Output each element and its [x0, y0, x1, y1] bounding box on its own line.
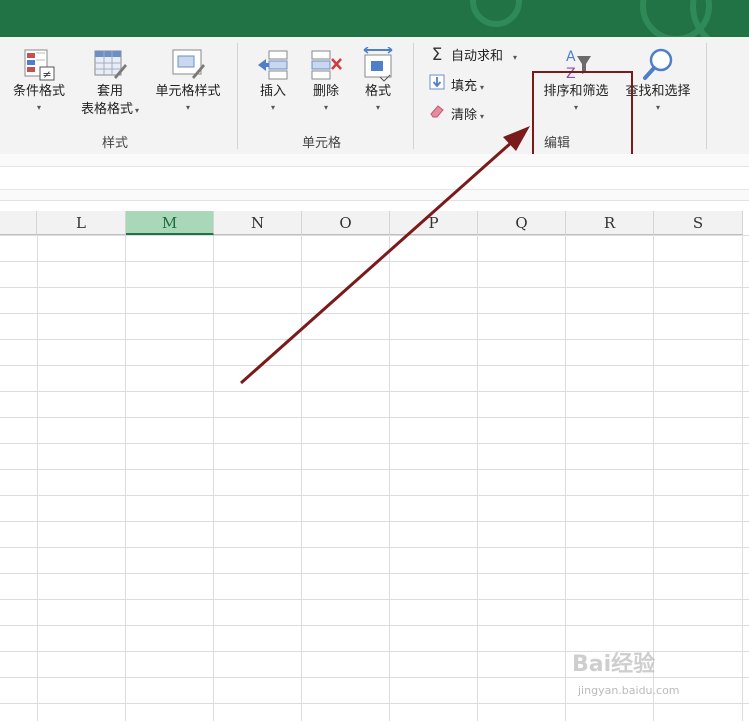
- conditional-format-icon: ≠: [24, 49, 55, 81]
- column-header-Q[interactable]: Q: [478, 211, 566, 235]
- watermark-url: jingyan.baidu.com: [578, 684, 680, 697]
- insert-cells-icon: [258, 50, 288, 80]
- column-header-R[interactable]: R: [566, 211, 654, 235]
- insert-label: 插入: [259, 84, 286, 99]
- autosum-label: 自动求和: [451, 49, 504, 64]
- formula-bar: [0, 154, 749, 201]
- grid-line: [742, 235, 743, 721]
- format-button[interactable]: 格式 ▾: [355, 47, 401, 113]
- cell-styles-icon: [172, 49, 205, 79]
- column-header-L[interactable]: L: [37, 211, 126, 235]
- autosum-button[interactable]: Σ 自动求和 ▾: [428, 45, 517, 65]
- grid-line: [37, 235, 38, 721]
- table-format-label-2: 表格格式 ▾: [74, 101, 146, 120]
- grid-line: [477, 235, 478, 721]
- grid-line: [389, 235, 390, 721]
- column-header-O[interactable]: O: [302, 211, 390, 235]
- cell-styles-button[interactable]: 单元格样式 ▾: [148, 47, 228, 113]
- delete-button[interactable]: 删除 ▾: [303, 47, 349, 113]
- group-divider: [413, 43, 414, 149]
- styles-group-name: 样式: [102, 136, 129, 151]
- table-format-button[interactable]: 套用 表格格式 ▾: [74, 47, 146, 120]
- sigma-icon: Σ: [431, 45, 443, 65]
- chevron-down-icon: ▾: [375, 103, 380, 112]
- title-bar: [0, 0, 749, 37]
- column-header-M[interactable]: M: [126, 211, 214, 235]
- svg-text:≠: ≠: [42, 68, 51, 81]
- column-header-N[interactable]: N: [214, 211, 302, 235]
- chevron-down-icon: ▾: [135, 106, 140, 115]
- column-header-S[interactable]: S: [654, 211, 743, 235]
- group-divider: [237, 43, 238, 149]
- chevron-down-icon: ▾: [185, 103, 190, 112]
- clear-label: 清除: [451, 108, 478, 123]
- chevron-down-icon: ▾: [36, 103, 41, 112]
- chevron-down-icon: ▾: [480, 112, 485, 121]
- grid-line: [125, 235, 126, 721]
- column-header-partial: [0, 211, 37, 235]
- format-cells-icon: [363, 47, 393, 82]
- group-divider: [706, 43, 707, 149]
- conditional-format-label: 条件格式: [12, 84, 65, 99]
- clear-button[interactable]: 清除 ▾: [428, 103, 484, 123]
- chevron-down-icon: ▾: [480, 83, 485, 92]
- table-format-label-text: 表格格式: [80, 102, 133, 117]
- chevron-down-icon: ▾: [323, 103, 328, 112]
- highlight-box: [532, 71, 633, 166]
- eraser-icon: [428, 103, 446, 126]
- format-label: 格式: [364, 84, 391, 99]
- delete-label: 删除: [312, 84, 339, 99]
- grid-line: [301, 235, 302, 721]
- title-decoration: [470, 0, 522, 27]
- table-format-icon: [94, 50, 127, 79]
- grid-line: [213, 235, 214, 721]
- grid-line: [565, 235, 566, 721]
- fill-button[interactable]: 填充 ▾: [428, 74, 484, 94]
- conditional-format-button[interactable]: ≠ 条件格式 ▾: [4, 47, 74, 113]
- column-header-P[interactable]: P: [390, 211, 478, 235]
- table-format-label-1: 套用: [96, 84, 123, 99]
- magnifier-icon: [643, 48, 673, 80]
- delete-cells-icon: [311, 50, 342, 80]
- insert-button[interactable]: 插入 ▾: [250, 47, 296, 113]
- title-decoration: [690, 0, 749, 37]
- cells-group-name: 单元格: [302, 136, 342, 151]
- fill-label: 填充: [451, 79, 478, 94]
- ribbon: ≠ 条件格式 ▾ 套用 表格格式 ▾ 单元格样式 ▾ 样式 插入 ▾ 删除 ▾ …: [0, 37, 749, 166]
- fill-down-icon: [428, 74, 446, 97]
- formula-input[interactable]: [0, 166, 749, 190]
- svg-text:A: A: [566, 49, 576, 65]
- chevron-down-icon: ▾: [270, 103, 275, 112]
- chevron-down-icon: ▾: [513, 53, 518, 62]
- cell-styles-label: 单元格样式: [155, 84, 221, 99]
- watermark-logo: Bai经验: [572, 652, 656, 677]
